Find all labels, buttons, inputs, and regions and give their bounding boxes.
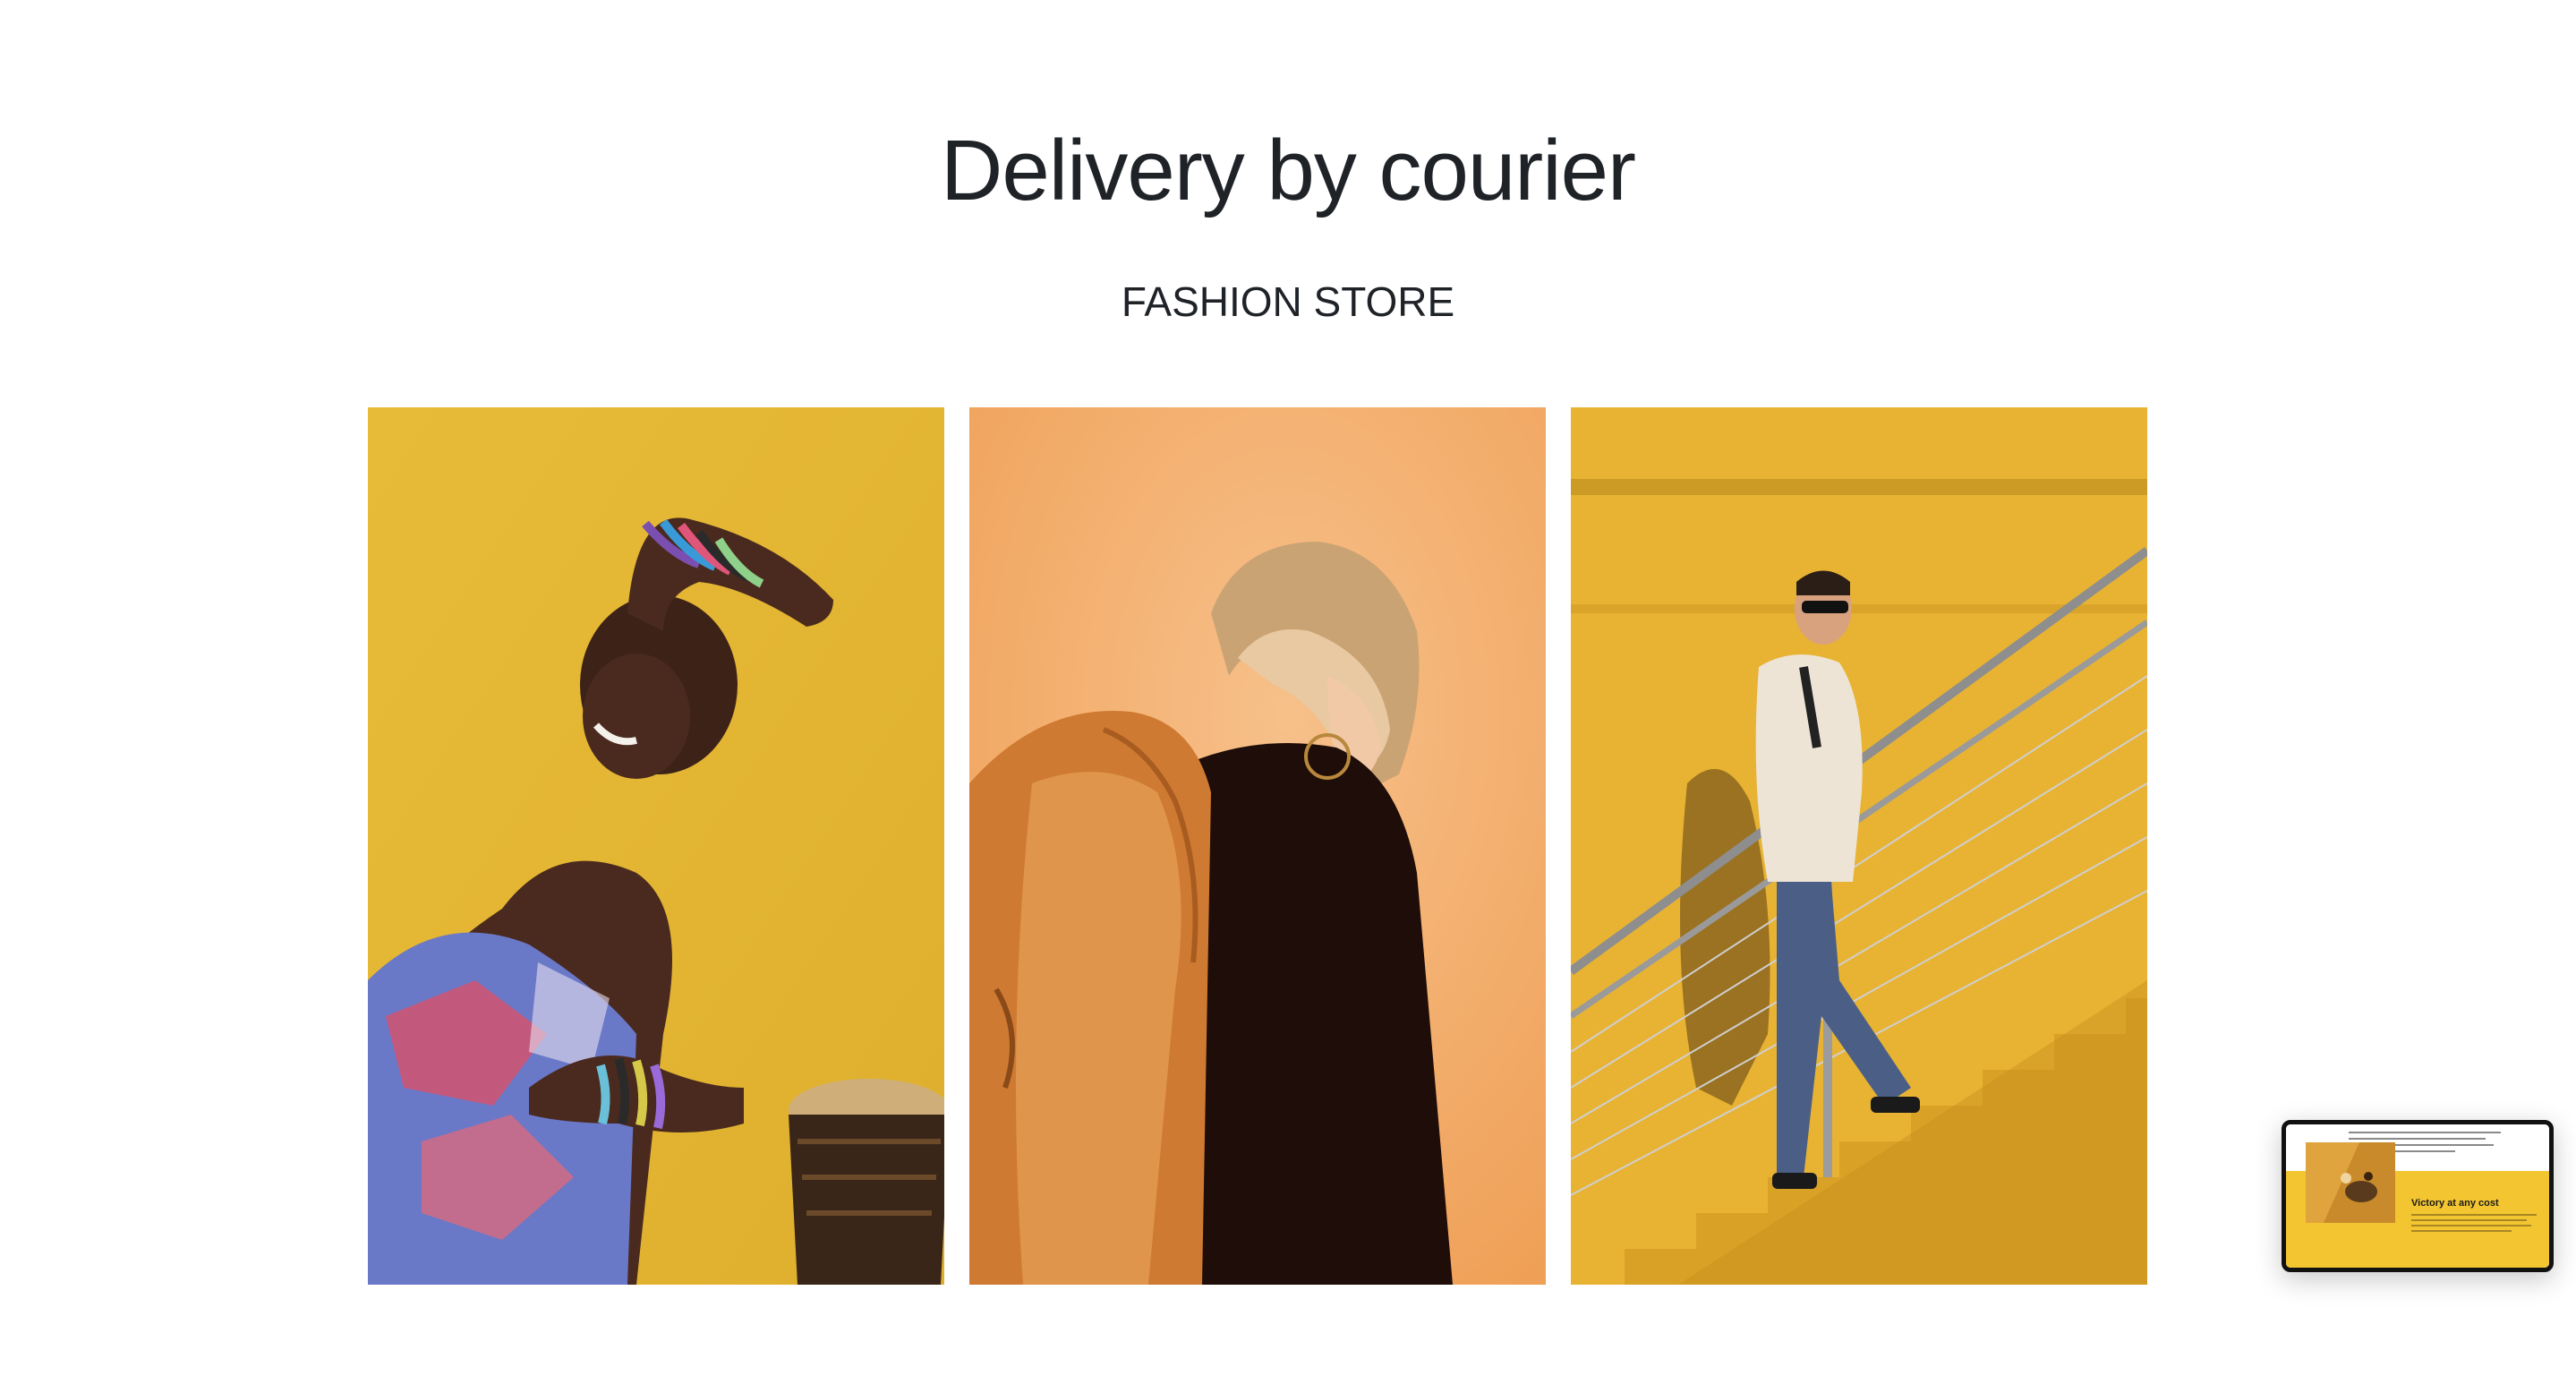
preview-heading: Victory at any cost: [2411, 1198, 2499, 1209]
page-preview-widget[interactable]: Victory at any cost: [2282, 1120, 2554, 1272]
preview-body-lines: [2411, 1214, 2537, 1235]
gallery-photo-3[interactable]: [1571, 407, 2147, 1285]
photo-gallery: [368, 407, 2212, 1285]
preview-thumbnail: [2306, 1142, 2395, 1223]
woman-jacket-image: [969, 407, 1546, 1285]
man-staircase-image: [1571, 407, 2147, 1285]
woman-bangles-image: [368, 407, 944, 1285]
page-subtitle: FASHION STORE: [1121, 278, 1455, 325]
gallery-photo-1[interactable]: [368, 407, 944, 1285]
page-title: Delivery by courier: [941, 123, 1636, 218]
gallery-photo-2[interactable]: [969, 407, 1546, 1285]
preview-thumbnail-image: [2306, 1142, 2395, 1223]
